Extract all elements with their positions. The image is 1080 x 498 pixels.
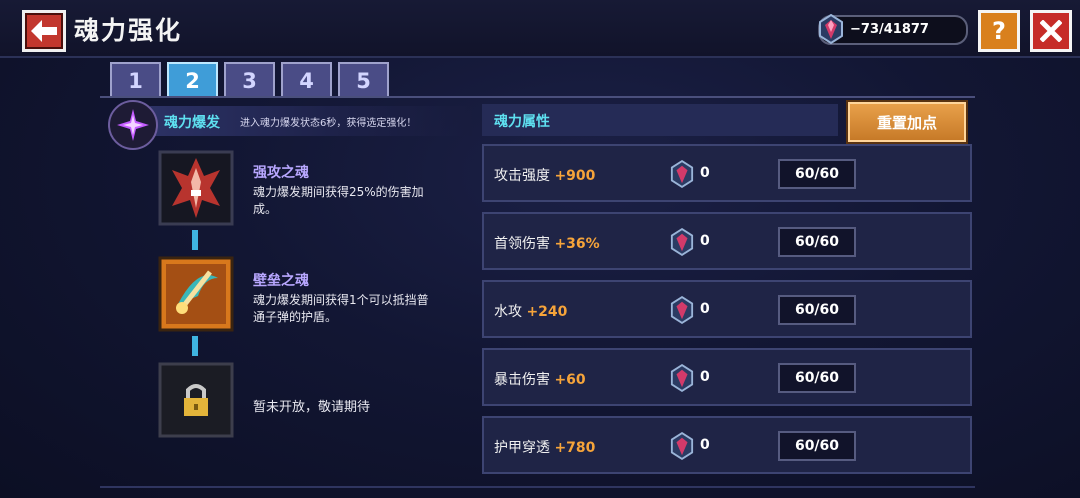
reset-points-button[interactable]: 重置加点 <box>848 102 966 142</box>
attribute-gem-count: 0 <box>700 437 710 453</box>
skill-desc-line: 通子弹的护盾。 <box>253 310 338 324</box>
level-tabs: 1 2 3 4 5 <box>110 62 389 98</box>
tab-2[interactable]: 2 <box>167 62 218 98</box>
attribute-row[interactable]: 攻击强度 +900 0 60/60 <box>482 144 972 202</box>
soul-gem-icon <box>670 228 694 256</box>
skill-desc-shield: 魂力爆发期间获得1个可以抵挡普 通子弹的护盾。 <box>253 292 463 326</box>
burst-description: 进入魂力爆发状态6秒，获得选定强化！ <box>240 118 417 129</box>
soul-gem-icon <box>670 432 694 460</box>
attribute-level: 60/60 <box>778 295 856 325</box>
close-button[interactable] <box>1030 10 1072 52</box>
arrow-left-icon <box>31 20 57 42</box>
attribute-bonus: +60 <box>554 372 586 388</box>
skill-desc-attack: 魂力爆发期间获得25%的伤害加 成。 <box>253 184 463 218</box>
skill-desc-line: 魂力爆发期间获得25%的伤害加 <box>253 185 424 199</box>
attribute-row[interactable]: 水攻 +240 0 60/60 <box>482 280 972 338</box>
attribute-name: 暴击伤害 <box>494 372 550 388</box>
skill-desc-line: 成。 <box>253 202 278 216</box>
question-icon: ? <box>992 17 1006 45</box>
attribute-bonus: +240 <box>526 304 568 320</box>
skill-name-shield: 壁垒之魂 <box>253 273 309 289</box>
attack-soul-icon[interactable] <box>158 150 234 226</box>
attribute-label: 攻击强度 +900 <box>494 165 595 185</box>
attribute-gem-count: 0 <box>700 233 710 249</box>
attribute-name: 首领伤害 <box>494 236 550 252</box>
attribute-bonus: +36% <box>554 236 600 252</box>
burst-title: 魂力爆发 <box>164 115 220 131</box>
attribute-label: 水攻 +240 <box>494 301 567 321</box>
attribute-row[interactable]: 暴击伤害 +60 0 60/60 <box>482 348 972 406</box>
attribute-label: 护甲穿透 +780 <box>494 437 595 457</box>
attribute-gem-count: 0 <box>700 165 710 181</box>
soul-gem-icon <box>670 364 694 392</box>
skill-name-attack: 强攻之魂 <box>253 165 309 181</box>
locked-text: 暂未开放，敬请期待 <box>253 400 371 415</box>
soul-gem-icon <box>819 14 843 44</box>
tab-4[interactable]: 4 <box>281 62 332 98</box>
shield-soul-icon[interactable] <box>158 256 234 332</box>
attribute-bonus: +780 <box>554 440 596 456</box>
page-title: 魂力强化 <box>74 16 183 45</box>
tab-5[interactable]: 5 <box>338 62 389 98</box>
burst-star-icon <box>108 100 158 150</box>
attribute-gem-count: 0 <box>700 301 710 317</box>
locked-slot <box>158 362 234 438</box>
help-button[interactable]: ? <box>978 10 1020 52</box>
currency-display: −73/41877 <box>818 14 968 45</box>
soul-gem-icon <box>670 160 694 188</box>
attribute-level: 60/60 <box>778 159 856 189</box>
soul-gem-icon <box>670 296 694 324</box>
attribute-row[interactable]: 首领伤害 +36% 0 60/60 <box>482 212 972 270</box>
tab-1[interactable]: 1 <box>110 62 161 98</box>
attribute-bonus: +900 <box>554 168 596 184</box>
attribute-name: 水攻 <box>494 304 522 320</box>
back-button[interactable] <box>22 10 66 52</box>
top-bar: 魂力强化 −73/41877 ? <box>0 0 1080 58</box>
close-icon <box>1040 20 1062 42</box>
attribute-name: 攻击强度 <box>494 168 550 184</box>
attribute-gem-count: 0 <box>700 369 710 385</box>
attribute-level: 60/60 <box>778 227 856 257</box>
attribute-level: 60/60 <box>778 431 856 461</box>
attributes-title: 魂力属性 <box>494 114 550 130</box>
attribute-row[interactable]: 护甲穿透 +780 0 60/60 <box>482 416 972 474</box>
skill-connector <box>192 230 198 250</box>
skill-desc-line: 魂力爆发期间获得1个可以抵挡普 <box>253 293 429 307</box>
attribute-name: 护甲穿透 <box>494 440 550 456</box>
attribute-level: 60/60 <box>778 363 856 393</box>
bottom-divider <box>100 486 975 488</box>
currency-value: −73/41877 <box>850 22 929 37</box>
skill-connector <box>192 336 198 356</box>
tab-3[interactable]: 3 <box>224 62 275 98</box>
attribute-label: 暴击伤害 +60 <box>494 369 586 389</box>
attribute-label: 首领伤害 +36% <box>494 233 600 253</box>
